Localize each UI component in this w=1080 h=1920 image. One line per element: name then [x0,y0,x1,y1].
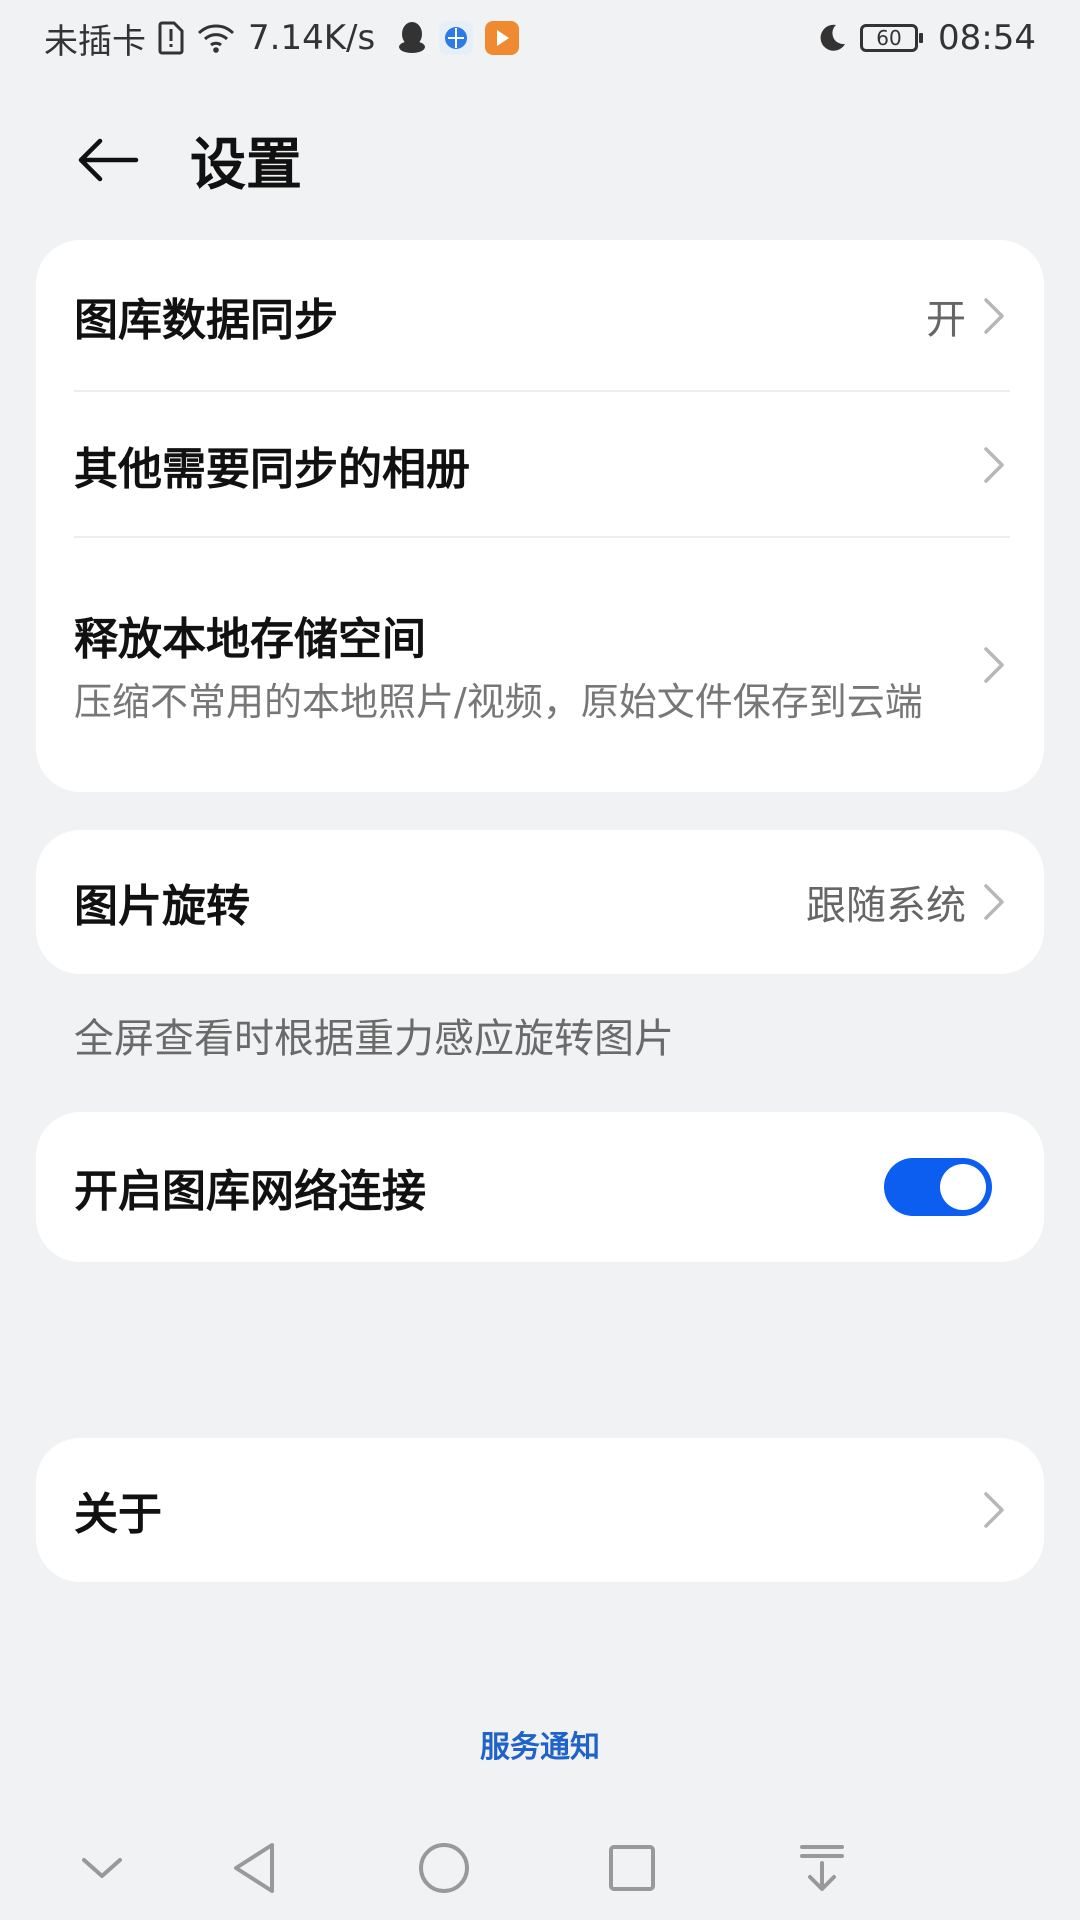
wifi-icon [196,22,236,54]
qq-icon [397,21,427,55]
back-button[interactable] [48,100,168,220]
status-bar-right: 60 08:54 [816,18,1036,58]
clock: 08:54 [938,18,1036,58]
chevron-right-icon [982,445,1006,485]
status-bar-left: 未插卡 7.14K/s [44,14,520,63]
free-space-text: 释放本地存储空间 压缩不常用的本地照片/视频，原始文件保存到云端 [74,603,934,727]
status-bar: 未插卡 7.14K/s 60 08:54 [0,0,1080,76]
circle-home-icon [419,1843,469,1893]
other-albums-row[interactable]: 其他需要同步的相册 [36,392,1044,538]
free-space-label: 释放本地存储空间 [74,614,426,665]
image-rotation-value: 跟随系统 [806,883,966,929]
hide-nav-button[interactable] [72,1838,132,1898]
network-card: 开启图库网络连接 [36,1112,1044,1262]
moon-icon [816,22,848,54]
network-connection-row: 开启图库网络连接 [36,1112,1044,1262]
network-connection-label: 开启图库网络连接 [74,1166,426,1217]
other-albums-label: 其他需要同步的相册 [74,444,470,495]
video-app-icon [485,21,520,55]
network-speed: 7.14K/s [248,18,376,58]
nav-recents-button[interactable] [602,1838,662,1898]
about-row[interactable]: 关于 [36,1438,1044,1582]
page-title: 设置 [190,132,302,198]
sync-settings-card: 图库数据同步 开 其他需要同步的相册 释放本地存储空间 压缩不常用的本地照片/视… [36,240,1044,792]
gallery-sync-label: 图库数据同步 [74,295,338,346]
gallery-sync-row[interactable]: 图库数据同步 开 [36,240,1044,392]
pull-down-icon [800,1845,844,1891]
nav-notification-button[interactable] [792,1838,852,1898]
free-space-row[interactable]: 释放本地存储空间 压缩不常用的本地照片/视频，原始文件保存到云端 [36,538,1044,792]
service-notice-link[interactable]: 服务通知 [0,1722,1080,1766]
about-label: 关于 [74,1489,162,1540]
chevron-right-icon [982,645,1006,685]
battery-icon: 60 [860,24,924,52]
chevron-right-icon [982,296,1006,336]
back-arrow-icon [78,138,139,182]
rotation-caption: 全屏查看时根据重力感应旋转图片 [74,1016,674,1062]
chevron-right-icon [982,1490,1006,1530]
image-rotation-label: 图片旋转 [74,881,250,932]
toggle-knob [940,1164,986,1210]
navigation-bar [0,1820,1080,1910]
nav-back-button[interactable] [224,1838,284,1898]
nav-home-button[interactable] [414,1838,474,1898]
rotation-card: 图片旋转 跟随系统 [36,830,1044,974]
square-recents-icon [609,1845,655,1891]
sim-alert-icon [158,21,184,55]
image-rotation-row[interactable]: 图片旋转 跟随系统 [36,830,1044,974]
triangle-back-icon [234,1843,274,1893]
chevron-down-icon [82,1858,122,1878]
browser-app-icon [439,21,474,55]
network-connection-toggle[interactable] [884,1158,992,1216]
header: 设置 [0,100,1080,220]
free-space-description: 压缩不常用的本地照片/视频，原始文件保存到云端 [74,680,923,724]
gallery-sync-value: 开 [926,297,966,343]
carrier-text: 未插卡 [44,21,146,62]
chevron-right-icon [982,882,1006,922]
battery-level: 60 [876,26,902,50]
about-card: 关于 [36,1438,1044,1582]
